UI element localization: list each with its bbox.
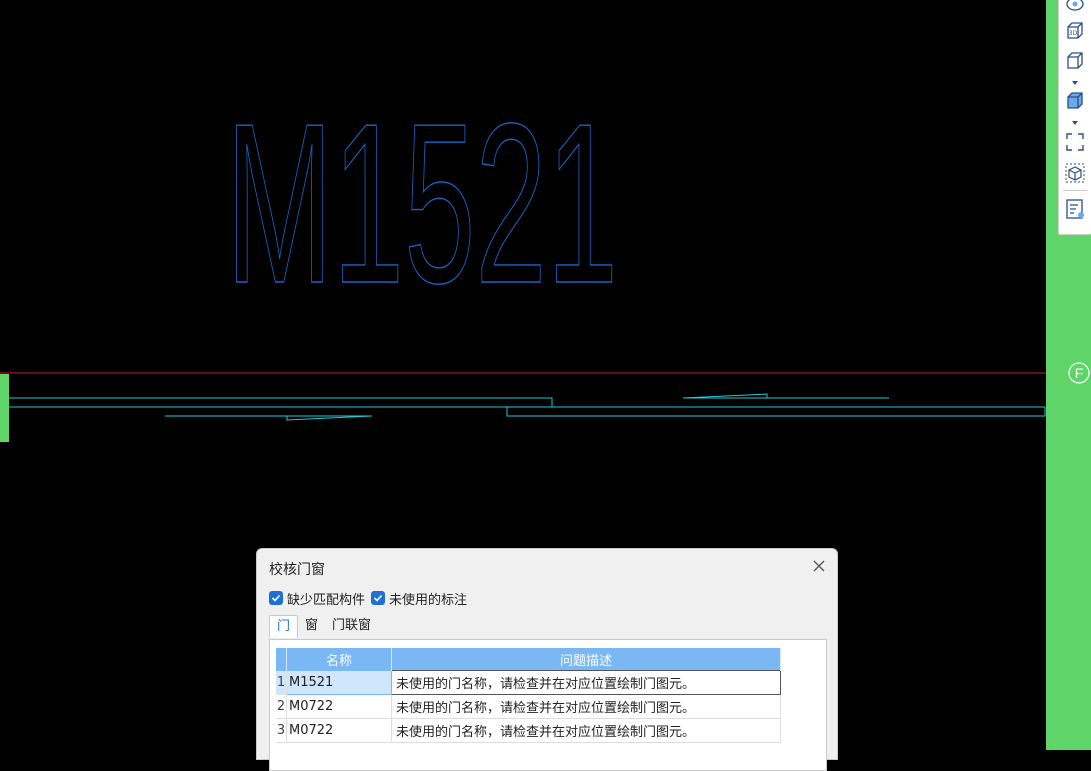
wall-lines xyxy=(9,393,1046,421)
row-description[interactable]: 未使用的门名称，请检查并在对应位置绘制门图元。 xyxy=(391,694,781,719)
svg-text:3D: 3D xyxy=(1069,30,1078,37)
axis-marker-label: F xyxy=(1075,365,1084,381)
check-icon xyxy=(371,591,385,605)
unused-annotation-checkbox[interactable]: 未使用的标注 xyxy=(371,589,468,608)
missing-component-checkbox[interactable]: 缺少匹配构件 xyxy=(269,589,366,608)
tab-panel: 名称 问题描述 1 M1521 未使用的门名称，请检查并在对应位置绘制门图元。 … xyxy=(269,639,827,771)
table-header: 名称 问题描述 xyxy=(276,648,781,671)
box-wireframe-icon[interactable] xyxy=(1064,50,1086,72)
row-description[interactable]: 未使用的门名称，请检查并在对应位置绘制门图元。 xyxy=(391,670,781,695)
table-row[interactable]: 3 M0722 未使用的门名称，请检查并在对应位置绘制门图元。 xyxy=(276,718,781,743)
view-toolbar: 3D xyxy=(1058,0,1091,235)
check-icon xyxy=(269,591,283,605)
cube-select-icon[interactable] xyxy=(1064,162,1086,184)
category-tabs: 门 窗 门联窗 xyxy=(269,615,378,639)
box-wireframe-dropdown-icon[interactable] xyxy=(1071,80,1079,86)
3d-view-icon[interactable]: 3D xyxy=(1064,20,1086,42)
checkbox-label: 未使用的标注 xyxy=(389,592,468,608)
issues-table: 名称 问题描述 1 M1521 未使用的门名称，请检查并在对应位置绘制门图元。 … xyxy=(276,648,781,743)
tab-door-window[interactable]: 门联窗 xyxy=(325,615,378,637)
tab-door[interactable]: 门 xyxy=(269,615,299,638)
dialog-title: 校核门窗 xyxy=(269,562,325,578)
row-name[interactable]: M0722 xyxy=(286,694,392,719)
3d-rotate-icon[interactable] xyxy=(1064,0,1086,14)
box-solid-dropdown-icon[interactable] xyxy=(1071,120,1079,126)
checkbox-label: 缺少匹配构件 xyxy=(287,592,366,608)
column-header-description[interactable]: 问题描述 xyxy=(391,648,781,671)
toolbar-separator xyxy=(1063,190,1087,191)
row-name[interactable]: M0722 xyxy=(286,718,392,743)
zoom-extents-icon[interactable] xyxy=(1064,131,1086,153)
close-icon[interactable] xyxy=(811,558,827,574)
axis-strip-left xyxy=(0,374,9,442)
check-doors-windows-dialog: 校核门窗 缺少匹配构件 未使用的标注 门 窗 门联窗 名称 问题描述 1 M15… xyxy=(256,548,838,771)
row-number: 2 xyxy=(276,694,287,719)
table-row[interactable]: 2 M0722 未使用的门名称，请检查并在对应位置绘制门图元。 xyxy=(276,694,781,719)
box-solid-icon[interactable] xyxy=(1064,90,1086,112)
row-name[interactable]: M1521 xyxy=(286,670,392,695)
axis-marker-f[interactable]: F xyxy=(1068,362,1090,384)
row-description[interactable]: 未使用的门名称，请检查并在对应位置绘制门图元。 xyxy=(391,718,781,743)
tab-window[interactable]: 窗 xyxy=(298,615,325,637)
row-number-header xyxy=(276,648,287,671)
row-number: 3 xyxy=(276,718,287,743)
properties-panel-icon[interactable] xyxy=(1064,198,1086,220)
table-row[interactable]: 1 M1521 未使用的门名称，请检查并在对应位置绘制门图元。 xyxy=(276,670,781,695)
row-number: 1 xyxy=(276,670,287,695)
door-label-outline: M1521 xyxy=(226,77,618,331)
column-header-name[interactable]: 名称 xyxy=(286,648,392,671)
